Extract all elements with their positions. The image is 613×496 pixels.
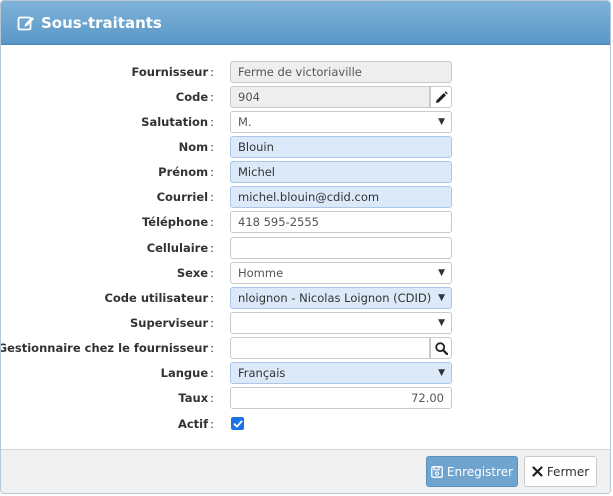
check-icon bbox=[233, 420, 242, 427]
label-courriel: Courriel bbox=[156, 190, 209, 204]
dropdown-arrow-icon: ▼ bbox=[438, 117, 445, 127]
save-button[interactable]: Enregistrer bbox=[426, 456, 518, 487]
label-colon: : bbox=[210, 366, 214, 380]
row-salutation: Salutation: M. ▼ bbox=[1, 111, 610, 133]
cellulaire-field[interactable] bbox=[230, 237, 452, 259]
search-gestionnaire-button[interactable] bbox=[430, 337, 452, 359]
row-actif: Actif: bbox=[1, 413, 610, 435]
label-code: Code bbox=[175, 90, 209, 104]
label-colon: : bbox=[210, 215, 214, 229]
prenom-field[interactable]: Michel bbox=[230, 161, 452, 183]
taux-field[interactable]: 72.00 bbox=[230, 387, 452, 409]
label-colon: : bbox=[210, 291, 214, 305]
label-prenom: Prénom bbox=[158, 165, 209, 179]
label-sexe: Sexe bbox=[176, 266, 209, 280]
close-icon bbox=[532, 466, 543, 477]
close-button[interactable]: Fermer bbox=[524, 456, 597, 487]
label-gestionnaire: Gestionnaire chez le fournisseur bbox=[0, 341, 209, 355]
row-superviseur: Superviseur: ▼ bbox=[1, 312, 610, 334]
row-cellulaire: Cellulaire: bbox=[1, 237, 610, 259]
gestionnaire-field[interactable] bbox=[230, 337, 430, 359]
label-colon: : bbox=[210, 65, 214, 79]
sexe-value: Homme bbox=[238, 266, 284, 280]
label-colon: : bbox=[210, 316, 214, 330]
dialog-title: Sous-traitants bbox=[41, 13, 162, 32]
label-superviseur: Superviseur bbox=[130, 316, 209, 330]
label-colon: : bbox=[210, 341, 214, 355]
save-icon bbox=[431, 465, 443, 478]
salutation-value: M. bbox=[238, 115, 252, 129]
label-fournisseur: Fournisseur bbox=[131, 65, 209, 79]
label-colon: : bbox=[210, 90, 214, 104]
edit-icon bbox=[17, 16, 34, 30]
label-actif: Actif bbox=[177, 417, 209, 431]
row-code-utilisateur: Code utilisateur: nloignon - Nicolas Loi… bbox=[1, 287, 610, 309]
dialog-header: Sous-traitants bbox=[1, 1, 610, 45]
label-colon: : bbox=[210, 417, 214, 431]
edit-code-button[interactable] bbox=[430, 86, 452, 108]
pencil-icon bbox=[435, 90, 448, 103]
label-colon: : bbox=[210, 391, 214, 405]
telephone-field[interactable]: 418 595-2555 bbox=[230, 211, 452, 233]
row-fournisseur: Fournisseur: Ferme de victoriaville bbox=[1, 61, 610, 83]
label-telephone: Téléphone bbox=[141, 215, 209, 229]
row-sexe: Sexe: Homme ▼ bbox=[1, 262, 610, 284]
dropdown-arrow-icon: ▼ bbox=[438, 268, 445, 278]
row-gestionnaire: Gestionnaire chez le fournisseur: bbox=[0, 337, 610, 359]
dropdown-arrow-icon: ▼ bbox=[438, 318, 445, 328]
label-colon: : bbox=[210, 266, 214, 280]
label-colon: : bbox=[210, 165, 214, 179]
label-cellulaire: Cellulaire bbox=[146, 241, 209, 255]
nom-field[interactable]: Blouin bbox=[230, 136, 452, 158]
row-nom: Nom: Blouin bbox=[1, 136, 610, 158]
label-langue: Langue bbox=[160, 366, 209, 380]
subcontractor-dialog: Sous-traitants Fournisseur: Ferme de vic… bbox=[0, 0, 611, 494]
search-icon bbox=[434, 341, 448, 355]
row-courriel: Courriel: michel.blouin@cdid.com bbox=[1, 186, 610, 208]
langue-value: Français bbox=[238, 366, 286, 380]
label-code-utilisateur: Code utilisateur bbox=[104, 291, 209, 305]
close-label: Fermer bbox=[546, 464, 590, 479]
label-colon: : bbox=[210, 190, 214, 204]
fournisseur-field[interactable]: Ferme de victoriaville bbox=[230, 61, 452, 83]
subcontractor-form: Fournisseur: Ferme de victoriaville Code… bbox=[1, 45, 610, 449]
code-utilisateur-value: nloignon - Nicolas Loignon (CDID) bbox=[238, 291, 432, 305]
courriel-field[interactable]: michel.blouin@cdid.com bbox=[230, 186, 452, 208]
actif-checkbox[interactable] bbox=[231, 417, 244, 430]
superviseur-select[interactable]: ▼ bbox=[230, 312, 452, 334]
salutation-select[interactable]: M. ▼ bbox=[230, 111, 452, 133]
code-utilisateur-select[interactable]: nloignon - Nicolas Loignon (CDID) ▼ bbox=[230, 287, 452, 309]
label-taux: Taux bbox=[178, 391, 209, 405]
langue-select[interactable]: Français ▼ bbox=[230, 362, 452, 384]
label-colon: : bbox=[210, 115, 214, 129]
save-label: Enregistrer bbox=[446, 464, 514, 479]
sexe-select[interactable]: Homme ▼ bbox=[230, 262, 452, 284]
label-colon: : bbox=[210, 140, 214, 154]
dropdown-arrow-icon: ▼ bbox=[438, 368, 445, 378]
dialog-footer: Enregistrer Fermer bbox=[1, 449, 610, 493]
code-field[interactable]: 904 bbox=[230, 86, 430, 108]
label-colon: : bbox=[210, 241, 214, 255]
row-langue: Langue: Français ▼ bbox=[1, 362, 610, 384]
label-nom: Nom bbox=[178, 140, 209, 154]
row-code: Code: 904 bbox=[1, 86, 610, 108]
dropdown-arrow-icon: ▼ bbox=[438, 293, 445, 303]
label-salutation: Salutation bbox=[141, 115, 209, 129]
row-prenom: Prénom: Michel bbox=[1, 161, 610, 183]
row-telephone: Téléphone: 418 595-2555 bbox=[1, 211, 610, 233]
row-taux: Taux: 72.00 bbox=[1, 387, 610, 409]
